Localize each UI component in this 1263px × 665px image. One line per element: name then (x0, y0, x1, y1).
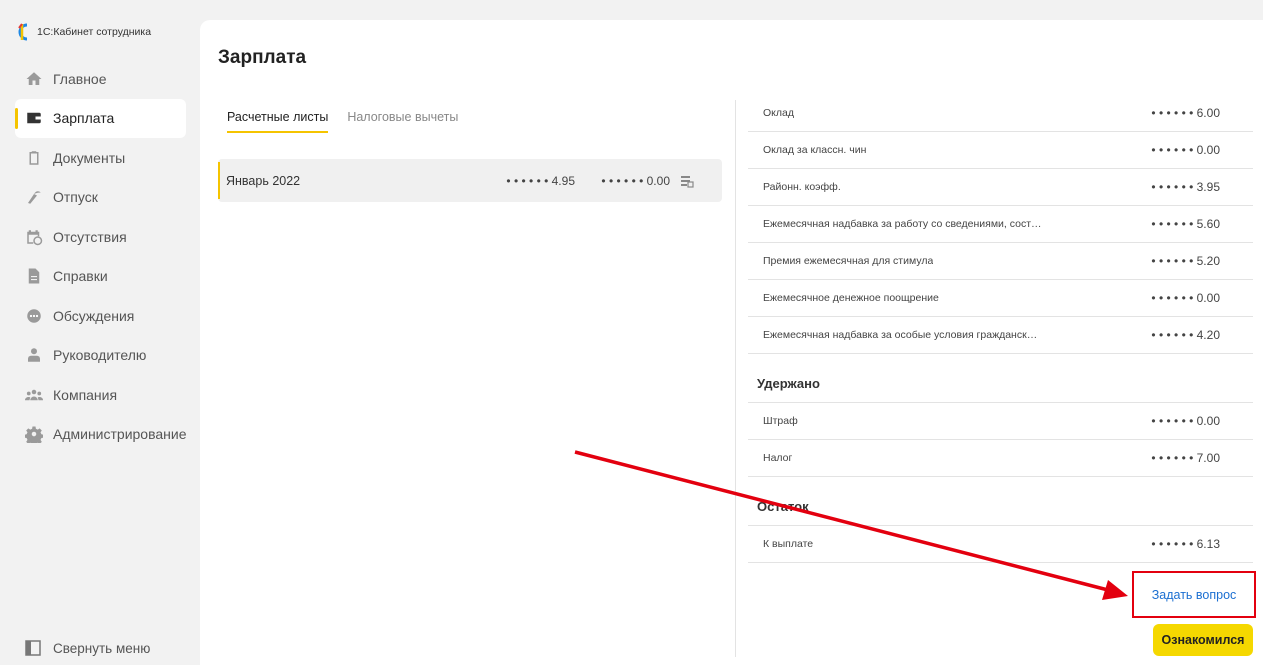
payslip-period: Январь 2022 (226, 173, 301, 188)
withheld-heading: Удержано (748, 354, 1253, 403)
row-label: Районн. коэфф. (763, 181, 841, 193)
sidebar-item-home[interactable]: Главное (15, 59, 186, 99)
row-label: К выплате (763, 538, 814, 550)
sidebar-item-manager[interactable]: Руководителю (15, 336, 186, 376)
row-label: Оклад (763, 107, 794, 119)
manager-icon (25, 346, 43, 364)
accrual-row: Оклад за классн. чин • • • • • • 0.00 (748, 132, 1253, 169)
withheld-row: Штраф • • • • • • 0.00 (748, 403, 1253, 440)
row-amount: • • • • • • 5.20 (1151, 254, 1220, 268)
sidebar-item-label: Справки (53, 268, 108, 285)
payslip-accrued: • • • • • • 4.95 (506, 173, 575, 188)
sidebar-item-company[interactable]: Компания (15, 375, 186, 415)
sidebar-item-label: Администрирование (53, 426, 187, 443)
main-panel: Зарплата Расчетные листы Налоговые вычет… (200, 20, 1263, 665)
row-amount: • • • • • • 5.60 (1151, 217, 1220, 231)
sidebar-item-vacation[interactable]: Отпуск (15, 178, 186, 218)
beach-icon (25, 188, 43, 206)
sidebar-item-label: Зарплата (53, 110, 115, 127)
accrual-row: Ежемесячная надбавка за работу со сведен… (748, 206, 1253, 243)
row-label: Ежемесячная надбавка за особые условия г… (763, 329, 1038, 341)
ask-question-button[interactable]: Задать вопрос (1132, 571, 1256, 618)
sidebar-item-label: Обсуждения (53, 307, 135, 324)
withheld-row: Налог • • • • • • 7.00 (748, 440, 1253, 477)
row-amount: • • • • • • 4.20 (1151, 328, 1220, 342)
sidebar-item-certificates[interactable]: Справки (15, 257, 186, 297)
sidebar-item-label: Главное (53, 70, 107, 87)
clipboard-icon (25, 149, 43, 167)
home-icon (25, 70, 43, 88)
accrual-row: Премия ежемесячная для стимула • • • • • … (748, 243, 1253, 280)
row-amount: • • • • • • 0.00 (1151, 414, 1220, 428)
sidebar-item-label: Отпуск (53, 189, 98, 206)
sidebar-item-label: Отсутствия (53, 228, 127, 245)
sidebar-item-discussions[interactable]: Обсуждения (15, 296, 186, 336)
row-amount: • • • • • • 6.13 (1151, 537, 1220, 551)
row-label: Налог (763, 452, 793, 464)
app-title: 1С:Кабинет сотрудника (37, 26, 152, 38)
sidebar-item-label: Документы (53, 149, 126, 166)
accrual-row: Районн. коэфф. • • • • • • 3.95 (748, 169, 1253, 206)
row-label: Ежемесячная надбавка за работу со сведен… (763, 218, 1042, 230)
payslip-details: Оклад • • • • • • 6.00 Оклад за классн. ч… (748, 95, 1253, 563)
page-title: Зарплата (218, 47, 307, 68)
collapse-sidebar-icon (25, 640, 41, 656)
team-icon (25, 386, 43, 404)
tab-payslips[interactable]: Расчетные листы (227, 110, 329, 133)
row-amount: • • • • • • 6.00 (1151, 106, 1220, 120)
payslip-document-icon[interactable] (680, 174, 694, 188)
panel-divider (735, 100, 736, 657)
document-icon (25, 267, 43, 285)
row-amount: • • • • • • 3.95 (1151, 180, 1220, 194)
row-label: Оклад за классн. чин (763, 144, 867, 156)
sidebar-item-absences[interactable]: Отсутствия (15, 217, 186, 257)
sidebar-item-administration[interactable]: Администрирование (15, 415, 187, 455)
accrual-row: Оклад • • • • • • 6.00 (748, 95, 1253, 132)
collapse-menu-button[interactable]: Свернуть меню (25, 640, 150, 656)
wallet-icon (25, 109, 43, 127)
accrual-row: Ежемесячное денежное поощрение • • • • • … (748, 280, 1253, 317)
collapse-menu-label: Свернуть меню (53, 640, 151, 656)
accrual-row: Ежемесячная надбавка за особые условия г… (748, 317, 1253, 354)
sidebar-item-documents[interactable]: Документы (15, 138, 186, 178)
sidebar-item-label: Руководителю (53, 347, 147, 364)
tab-tax-deductions[interactable]: Налоговые вычеты (347, 110, 458, 133)
acknowledge-button[interactable]: Ознакомился (1153, 624, 1253, 656)
row-amount: • • • • • • 0.00 (1151, 143, 1220, 157)
gear-icon (25, 425, 43, 444)
sidebar: 1С:Кабинет сотрудника Главное Зарплата Д… (0, 0, 198, 665)
payslip-row[interactable]: Январь 2022 • • • • • • 4.95 • • • • • •… (218, 159, 722, 202)
balance-heading: Остаток (748, 477, 1253, 526)
row-label: Ежемесячное денежное поощрение (763, 292, 939, 304)
app-logo[interactable]: 1С:Кабинет сотрудника (16, 22, 151, 42)
balance-row: К выплате • • • • • • 6.13 (748, 526, 1253, 563)
sidebar-item-label: Компания (53, 386, 118, 403)
sidebar-item-salary[interactable]: Зарплата (15, 98, 186, 138)
row-amount: • • • • • • 7.00 (1151, 451, 1220, 465)
tabs: Расчетные листы Налоговые вычеты (227, 110, 477, 133)
calendar-clock-icon (25, 228, 43, 246)
row-label: Премия ежемесячная для стимула (763, 255, 934, 267)
chat-icon (25, 307, 43, 325)
1c-logo-icon (18, 23, 28, 41)
row-amount: • • • • • • 0.00 (1151, 291, 1220, 305)
row-label: Штраф (763, 415, 798, 427)
payslip-paid: • • • • • • 0.00 (601, 173, 670, 188)
sidebar-nav: Главное Зарплата Документы Отпуск Отсутс… (15, 59, 187, 455)
